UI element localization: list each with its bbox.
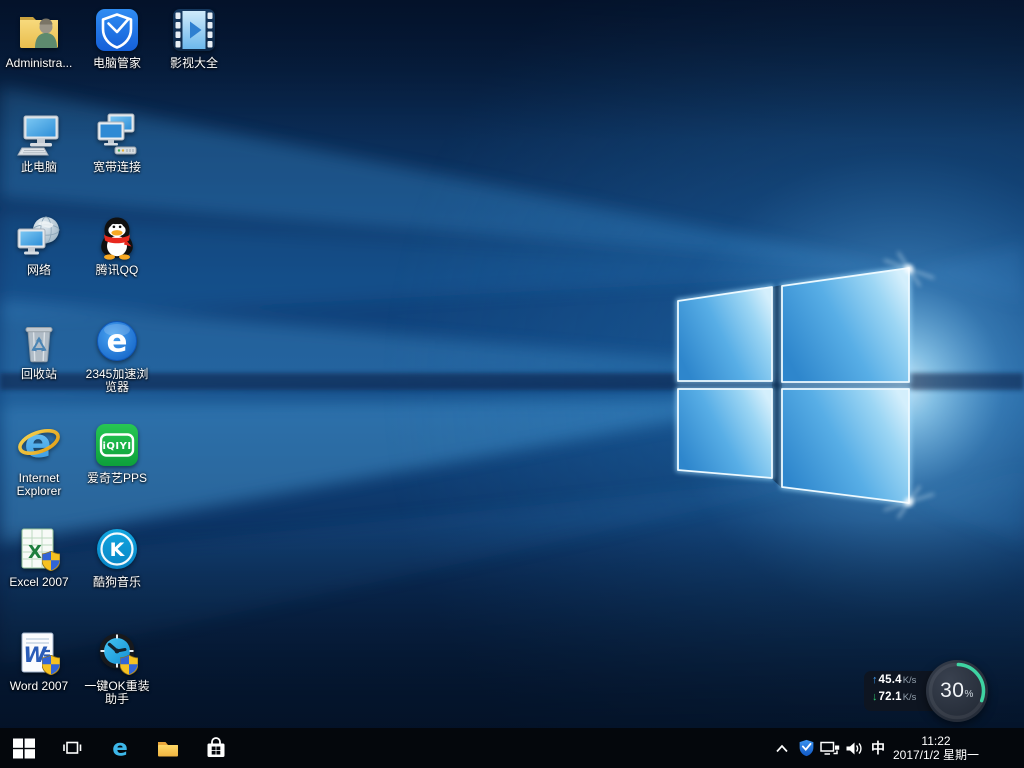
ie-icon: e — [15, 421, 63, 469]
clock-reinstall-icon — [93, 629, 141, 677]
icon-label: 宽带连接 — [79, 161, 155, 174]
speaker-icon — [845, 741, 863, 756]
tray-network[interactable] — [818, 728, 842, 768]
icon-label: 电脑管家 — [79, 57, 155, 70]
svg-text:K: K — [110, 539, 126, 561]
svg-text:iQIYI: iQIYI — [102, 441, 131, 452]
edge-taskbar-button[interactable]: e — [96, 728, 144, 768]
two-computers-icon — [93, 110, 141, 158]
svg-text:e: e — [112, 736, 128, 762]
user-folder-icon — [15, 6, 63, 54]
speed-monitor-widget[interactable]: ↑ 45.4 K/s ↓ 72.1 K/s 30% — [864, 660, 990, 724]
icon-label-line2: 助手 — [79, 693, 155, 706]
download-speed-unit: K/s — [903, 692, 917, 703]
desktop-icon-administrator[interactable]: Administra... — [1, 6, 77, 70]
download-speed-value: 72.1 — [879, 691, 902, 703]
desktop-icon-pc-manager[interactable]: 电脑管家 — [79, 6, 155, 70]
svg-text:e: e — [24, 421, 51, 467]
word-icon: W — [15, 629, 63, 677]
icon-label: Administra... — [1, 57, 77, 70]
chevron-up-icon — [773, 741, 791, 755]
ethernet-network-icon — [820, 740, 840, 757]
qq-penguin-icon — [93, 213, 141, 261]
network-globe-icon — [15, 213, 63, 261]
icon-label: 酷狗音乐 — [79, 576, 155, 589]
desktop-icon-2345-browser[interactable]: e 2345加速浏 览器 — [79, 317, 155, 394]
svg-text:e: e — [106, 324, 127, 360]
acceleration-ball[interactable]: 30% — [926, 660, 988, 722]
excel-icon: X — [15, 525, 63, 573]
file-explorer-taskbar-button[interactable] — [144, 728, 192, 768]
tray-overflow-chevron[interactable] — [770, 728, 794, 768]
desktop-icon-tencent-qq[interactable]: 腾讯QQ — [79, 213, 155, 277]
icon-label-line2: 览器 — [79, 381, 155, 394]
desktop-icon-iqiyi-pps[interactable]: iQIYI 爱奇艺PPS — [79, 421, 155, 485]
shield-icon — [798, 739, 815, 757]
icon-label-line2: Explorer — [1, 485, 77, 498]
task-view-icon — [59, 735, 85, 761]
download-arrow-icon: ↓ — [872, 691, 878, 703]
desktop-icon-broadband[interactable]: 宽带连接 — [79, 110, 155, 174]
clock-date: 2017/1/2 星期一 — [890, 749, 982, 763]
edge-icon: e — [107, 735, 133, 761]
tray-volume[interactable] — [842, 728, 866, 768]
upload-arrow-icon: ↑ — [872, 674, 878, 686]
icon-label: 网络 — [1, 264, 77, 277]
tray-security-shield[interactable] — [794, 728, 818, 768]
svg-text:X: X — [28, 542, 42, 563]
desktop-icon-internet-explorer[interactable]: e Internet Explorer — [1, 421, 77, 498]
tray-ime-indicator[interactable]: 中 — [866, 728, 890, 768]
upload-speed-unit: K/s — [903, 675, 917, 686]
desktop-icon-kugou-music[interactable]: K 酷狗音乐 — [79, 525, 155, 589]
system-tray: 中 11:22 2017/1/2 星期一 — [770, 728, 1024, 768]
desktop-icon-recycle-bin[interactable]: 回收站 — [1, 317, 77, 381]
icon-label: 爱奇艺PPS — [79, 472, 155, 485]
desktop-icon-word-2007[interactable]: W Word 2007 — [1, 629, 77, 693]
computer-icon — [15, 110, 63, 158]
desktop-icon-excel-2007[interactable]: X Excel 2007 — [1, 525, 77, 589]
icon-label: 回收站 — [1, 368, 77, 381]
browser-e-globe-icon: e — [93, 317, 141, 365]
store-taskbar-button[interactable] — [192, 728, 240, 768]
desktop-icon-network[interactable]: 网络 — [1, 213, 77, 277]
desktop-icon-onekey-ok[interactable]: 一键OK重装 助手 — [79, 629, 155, 706]
recycle-bin-icon — [15, 317, 63, 365]
icon-label: 腾讯QQ — [79, 264, 155, 277]
icon-label: Word 2007 — [1, 680, 77, 693]
icon-label: 影视大全 — [156, 57, 232, 70]
windows-desktop: Administra... 电脑管家 影视大全 — [0, 0, 1024, 768]
filmstrip-play-icon — [170, 6, 218, 54]
upload-speed-value: 45.4 — [879, 674, 902, 686]
store-bag-icon — [203, 735, 229, 761]
windows-logo-icon — [11, 735, 37, 761]
desktop-icon-this-pc[interactable]: 此电脑 — [1, 110, 77, 174]
kugou-icon: K — [93, 525, 141, 573]
taskbar: e — [0, 728, 1024, 768]
icon-label: Excel 2007 — [1, 576, 77, 589]
uac-shield-overlay-icon — [120, 655, 138, 675]
task-view-button[interactable] — [48, 728, 96, 768]
start-button[interactable] — [0, 728, 48, 768]
shield-check-icon — [93, 6, 141, 54]
clock-time: 11:22 — [890, 735, 982, 749]
usage-percent: 30% — [940, 679, 974, 703]
iqiyi-icon: iQIYI — [93, 421, 141, 469]
tray-clock[interactable]: 11:22 2017/1/2 星期一 — [890, 734, 982, 762]
icon-label: 此电脑 — [1, 161, 77, 174]
desktop-icon-movie-collection[interactable]: 影视大全 — [156, 6, 232, 70]
folder-icon — [155, 735, 181, 761]
